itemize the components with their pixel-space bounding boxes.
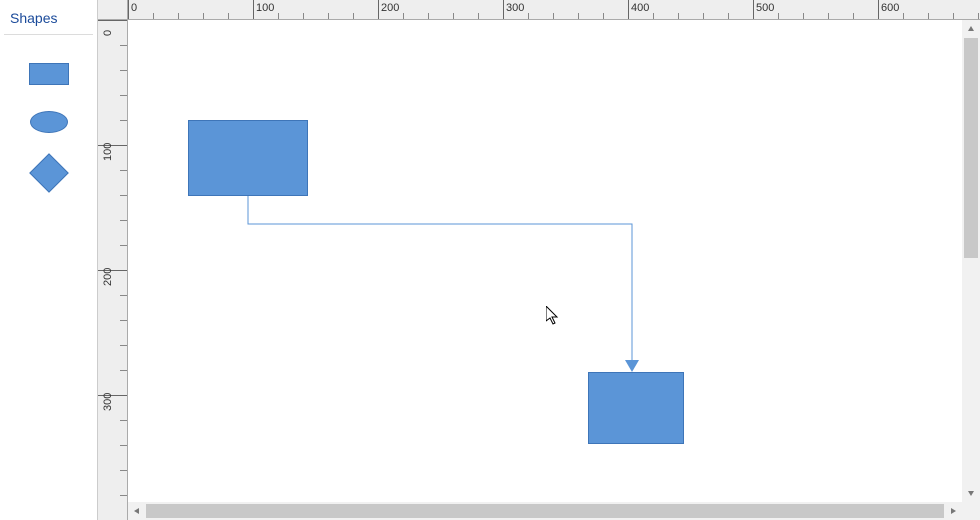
ruler-h-minor	[603, 13, 604, 19]
ruler-h-minor	[903, 13, 904, 19]
ruler-h-minor	[303, 13, 304, 19]
ruler-h-minor	[953, 13, 954, 19]
scroll-corner	[962, 502, 980, 520]
ruler-v-minor	[120, 220, 127, 221]
ruler-h-minor	[228, 13, 229, 19]
ruler-h-minor	[153, 13, 154, 19]
ruler-h-minor	[853, 13, 854, 19]
scroll-left-icon[interactable]	[128, 502, 146, 520]
ruler-v-label: 200	[102, 268, 114, 286]
ruler-h-minor	[928, 13, 929, 19]
ruler-h-minor	[678, 13, 679, 19]
ruler-h-label: 400	[628, 2, 649, 14]
ruler-h-minor	[478, 13, 479, 19]
ruler-corner	[98, 0, 128, 20]
connector-layer	[128, 20, 962, 502]
ruler-h-minor	[528, 13, 529, 19]
scroll-right-icon[interactable]	[944, 502, 962, 520]
ruler-h-minor	[328, 13, 329, 19]
ruler-h-minor	[778, 13, 779, 19]
shape-palette	[0, 35, 97, 215]
diagram-canvas[interactable]	[128, 20, 962, 502]
ruler-h-minor	[803, 13, 804, 19]
ruler-h-minor	[278, 13, 279, 19]
ruler-h-minor	[453, 13, 454, 19]
ruler-v-minor	[120, 295, 127, 296]
ruler-v-minor	[120, 45, 127, 46]
ruler-h-label: 100	[253, 2, 274, 14]
ruler-h-minor	[403, 13, 404, 19]
vertical-scrollbar[interactable]	[962, 20, 980, 502]
scroll-up-icon[interactable]	[962, 20, 980, 38]
ruler-v-minor	[120, 245, 127, 246]
ruler-v-major	[98, 20, 127, 21]
ruler-h-minor	[178, 13, 179, 19]
ruler-v-minor	[120, 70, 127, 71]
ruler-v-minor	[120, 495, 127, 496]
ruler-v-minor	[120, 470, 127, 471]
ruler-h-minor	[978, 13, 979, 19]
ruler-h-minor	[353, 13, 354, 19]
horizontal-ruler: 0 100 200 300 400 500 600	[128, 0, 980, 20]
ruler-h-label: 600	[878, 2, 899, 14]
ruler-v-minor	[120, 345, 127, 346]
ruler-v-minor	[120, 170, 127, 171]
ruler-h-minor	[828, 13, 829, 19]
shapes-sidebar: Shapes	[0, 0, 98, 520]
palette-ellipse[interactable]	[30, 111, 68, 133]
ruler-v-minor	[120, 120, 127, 121]
ruler-h-minor	[578, 13, 579, 19]
ruler-v-label: 300	[102, 393, 114, 411]
horizontal-scrollbar[interactable]	[128, 502, 962, 520]
scroll-down-icon[interactable]	[962, 484, 980, 502]
ruler-h-minor	[653, 13, 654, 19]
ruler-v-minor	[120, 445, 127, 446]
horizontal-scroll-thumb[interactable]	[146, 504, 944, 518]
ruler-h-minor	[428, 13, 429, 19]
sidebar-title: Shapes	[0, 0, 97, 34]
palette-diamond[interactable]	[29, 153, 69, 193]
vertical-scroll-thumb[interactable]	[964, 38, 978, 258]
ruler-h-minor	[553, 13, 554, 19]
ruler-v-minor	[120, 420, 127, 421]
ruler-h-minor	[203, 13, 204, 19]
connector-arrowhead-icon	[625, 360, 639, 372]
ruler-h-label: 500	[753, 2, 774, 14]
shape-rectangle[interactable]	[588, 372, 684, 444]
ruler-v-label: 100	[102, 143, 114, 161]
palette-rectangle[interactable]	[29, 63, 69, 85]
ruler-v-label: 0	[102, 30, 114, 36]
ruler-v-minor	[120, 370, 127, 371]
ruler-v-minor	[120, 195, 127, 196]
ruler-v-minor	[120, 95, 127, 96]
ruler-h-label: 0	[128, 2, 137, 14]
connector[interactable]	[248, 196, 632, 365]
ruler-h-label: 300	[503, 2, 524, 14]
app-root: Shapes 0 100 200 300 400 500 600 0 100 200 300	[0, 0, 980, 520]
vertical-ruler: 0 100 200 300	[98, 20, 128, 520]
ruler-h-minor	[728, 13, 729, 19]
ruler-h-minor	[703, 13, 704, 19]
editor-main: 0 100 200 300 400 500 600 0 100 200 300	[98, 0, 980, 520]
ruler-v-minor	[120, 320, 127, 321]
shape-rectangle[interactable]	[188, 120, 308, 196]
ruler-h-label: 200	[378, 2, 399, 14]
